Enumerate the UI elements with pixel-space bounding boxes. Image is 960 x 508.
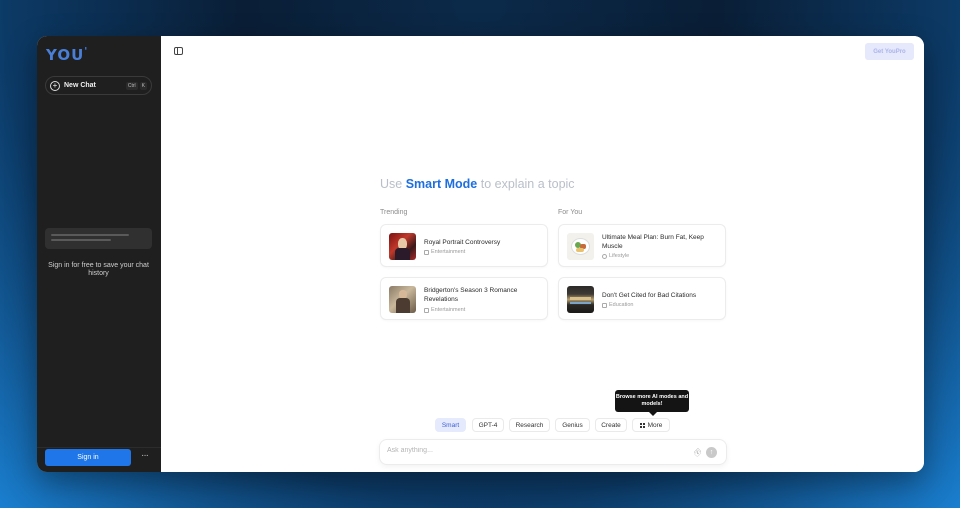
category-label: Lifestyle [609,253,630,259]
chat-history-placeholder [45,228,152,249]
topic-card[interactable]: Royal Portrait Controversy Entertainment [380,224,548,267]
sign-in-button[interactable]: Sign in [45,449,131,466]
trending-label: Trending [380,209,408,216]
topic-category: Entertainment [424,307,465,313]
topic-card[interactable]: Don't Get Cited for Bad Citations Educat… [558,277,726,320]
app-window: YOU' + New Chat Ctrl K Sign in for free … [37,36,924,472]
ask-input[interactable] [387,447,667,454]
topic-thumbnail [567,233,594,260]
shortcut-key-k: K [139,81,147,90]
topic-title: Royal Portrait Controversy [424,239,501,246]
topic-card[interactable]: Ultimate Meal Plan: Burn Fat, Keep Muscl… [558,224,726,267]
history-message: Sign in for free to save your chat histo… [48,262,149,277]
main-panel: Get YouPro Use Smart Mode to explain a t… [161,36,924,472]
new-chat-button[interactable]: + New Chat Ctrl K [45,76,152,95]
headline: Use Smart Mode to explain a topic [380,177,575,191]
mode-selector: Smart GPT-4 Research Genius Create More [161,418,924,432]
entertainment-icon [424,307,429,313]
category-label: Education [609,302,634,308]
lifestyle-icon [602,253,607,259]
you-logo[interactable]: YOU' [46,46,88,64]
grid-icon [639,422,645,428]
toggle-sidebar-icon[interactable] [174,47,183,55]
category-label: Entertainment [431,307,466,313]
topic-category: Lifestyle [602,253,629,259]
attach-icon[interactable]: ⎘ [691,447,703,459]
headline-suffix: to explain a topic [480,177,575,191]
get-pro-button[interactable]: Get YouPro [865,43,914,60]
more-modes-tooltip: Browse more AI modes and models! [615,390,689,416]
topic-card[interactable]: Bridgerton's Season 3 Romance Revelation… [380,277,548,320]
mode-more-label: More [647,421,663,429]
mode-research[interactable]: Research [509,418,550,432]
topic-category: Education [602,302,633,308]
mode-genius[interactable]: Genius [555,418,590,432]
shortcut-hint: Ctrl K [125,81,147,90]
mode-gpt4[interactable]: GPT-4 [472,418,504,432]
shortcut-key-ctrl: Ctrl [125,81,138,90]
ask-box: ⎘ ↑ [379,439,727,465]
topic-thumbnail [567,286,594,313]
smart-mode-link[interactable]: Smart Mode [406,177,478,191]
mode-smart[interactable]: Smart [435,418,466,432]
new-chat-label: New Chat [64,82,96,89]
sidebar: YOU' + New Chat Ctrl K Sign in for free … [37,36,161,472]
headline-prefix: Use [380,177,403,191]
entertainment-icon [424,249,429,255]
mode-more[interactable]: More [632,418,670,432]
topic-thumbnail [389,286,416,313]
topic-category: Entertainment [424,249,465,255]
for-you-label: For You [558,209,583,216]
sidebar-divider [37,447,161,448]
send-button[interactable]: ↑ [706,447,717,458]
topic-thumbnail [389,233,416,260]
topic-title: Bridgerton's Season 3 Romance Revelation… [424,287,518,303]
mode-create[interactable]: Create [595,418,627,432]
topic-title: Don't Get Cited for Bad Citations [602,292,697,299]
plus-icon: + [50,80,60,91]
more-options-icon[interactable]: ··· [141,450,149,461]
category-label: Entertainment [431,249,466,255]
education-icon [602,302,607,308]
topic-title: Ultimate Meal Plan: Burn Fat, Keep Muscl… [602,234,704,250]
